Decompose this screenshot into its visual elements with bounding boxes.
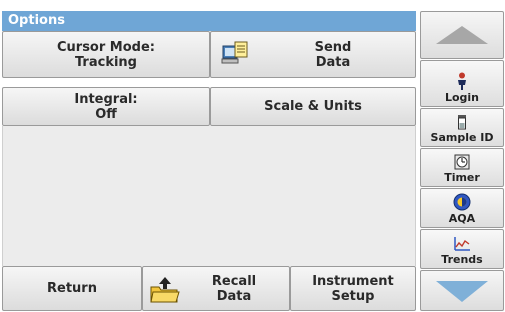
sidebar-item-label: Login: [444, 91, 480, 104]
instrument-setup-button[interactable]: Instrument Setup: [290, 266, 416, 311]
sidebar-item-label: Sample ID: [430, 131, 494, 144]
integral-button[interactable]: Integral: Off: [2, 87, 210, 126]
send-data-label: Send Data: [314, 39, 352, 70]
vial-icon: [458, 115, 466, 130]
up-arrow-icon: [436, 26, 488, 44]
integral-label: Integral: Off: [74, 91, 138, 122]
instrument-setup-label: Instrument Setup: [312, 273, 394, 304]
aqa-icon: [453, 193, 471, 211]
scroll-up-button[interactable]: [420, 11, 504, 59]
sidebar-item-trends[interactable]: Trends: [420, 229, 504, 269]
scale-units-label: Scale & Units: [264, 99, 362, 114]
sidebar: Login Sample ID Timer AQA Trends: [420, 11, 504, 311]
person-icon: [458, 72, 466, 90]
content-area: [2, 126, 416, 266]
page-title: Options: [2, 11, 416, 31]
sidebar-item-aqa[interactable]: AQA: [420, 188, 504, 228]
sidebar-item-timer[interactable]: Timer: [420, 148, 504, 187]
send-data-button[interactable]: Send Data: [210, 31, 416, 78]
down-arrow-icon: [436, 280, 488, 302]
cursor-mode-label: Cursor Mode: Tracking: [56, 39, 155, 70]
scale-units-button[interactable]: Scale & Units: [210, 87, 416, 126]
sidebar-item-label: AQA: [448, 212, 476, 225]
sidebar-item-login[interactable]: Login: [420, 60, 504, 107]
cursor-mode-button[interactable]: Cursor Mode: Tracking: [2, 31, 210, 78]
scroll-down-button[interactable]: [420, 270, 504, 311]
computer-icon: [221, 40, 251, 74]
folder-icon: [149, 275, 181, 309]
sidebar-item-label: Trends: [441, 253, 483, 266]
recall-data-button[interactable]: Recall Data: [142, 266, 290, 311]
timer-icon: [454, 154, 470, 170]
recall-data-label: Recall Data: [211, 273, 257, 304]
sidebar-item-sample-id[interactable]: Sample ID: [420, 108, 504, 147]
trends-icon: [454, 237, 470, 251]
sidebar-item-label: Timer: [444, 171, 480, 184]
return-button[interactable]: Return: [2, 266, 142, 311]
return-label: Return: [47, 281, 97, 296]
